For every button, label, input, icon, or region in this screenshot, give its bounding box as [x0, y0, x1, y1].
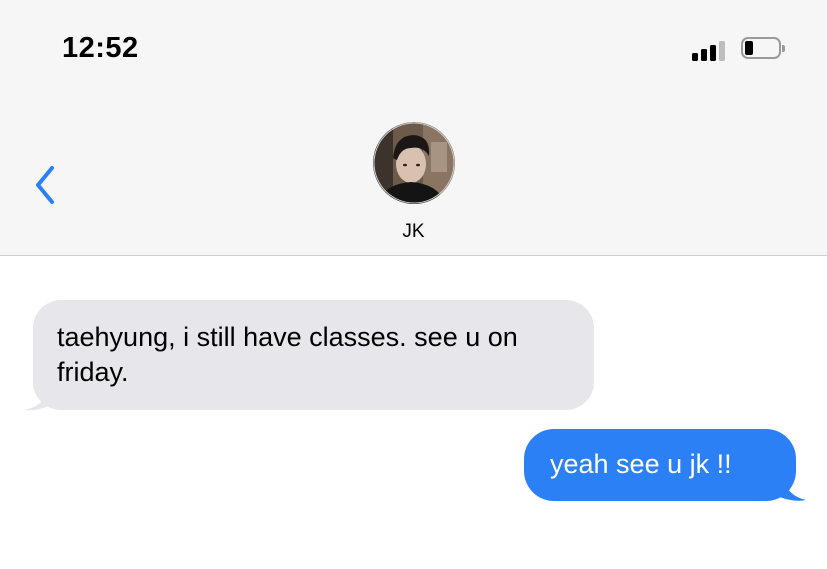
- received-message-text: taehyung, i still have classes. see u on…: [57, 322, 518, 387]
- conversation-header: 12:52 JK: [0, 0, 827, 256]
- contact-photo: [373, 122, 455, 204]
- sent-message-text: yeah see u jk !!: [550, 449, 732, 479]
- battery-icon: [741, 37, 785, 61]
- received-message-bubble[interactable]: taehyung, i still have classes. see u on…: [33, 300, 594, 410]
- chevron-left-icon: [36, 166, 54, 204]
- avatar[interactable]: [373, 122, 455, 204]
- cellular-signal-icon: [692, 39, 728, 61]
- back-button[interactable]: [30, 160, 64, 210]
- sent-message-bubble[interactable]: yeah see u jk !!: [524, 429, 796, 501]
- contact-name[interactable]: JK: [0, 221, 827, 243]
- status-time: 12:52: [62, 32, 139, 64]
